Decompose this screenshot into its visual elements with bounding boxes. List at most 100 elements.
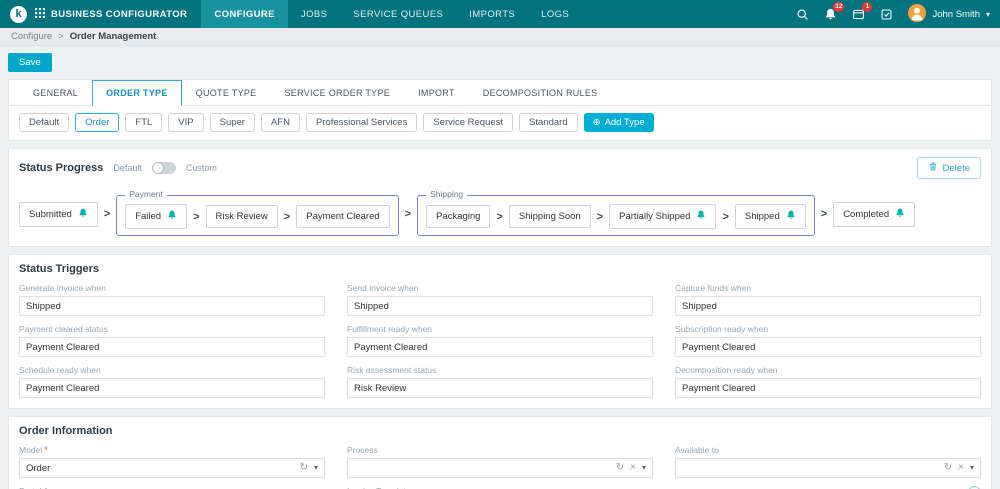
clear-icon[interactable]: × [958, 463, 964, 473]
flow-chevron-icon: > [103, 208, 111, 220]
send-invoice-input[interactable] [354, 300, 646, 312]
breadcrumb-current: Order Management [69, 31, 157, 42]
search-icon[interactable] [796, 8, 809, 21]
payment-cleared-status-input[interactable] [26, 341, 318, 353]
status-chip-completed[interactable]: Completed [833, 201, 916, 227]
tab-quote-type[interactable]: QUOTE TYPE [182, 80, 271, 106]
app-logo[interactable]: k [10, 5, 27, 23]
breadcrumb-parent[interactable]: Configure [11, 31, 52, 42]
brand[interactable]: BUSINESS CONFIGURATOR [35, 0, 201, 28]
order-config-panel: GENERAL ORDER TYPE QUOTE TYPE SERVICE OR… [8, 79, 992, 141]
type-chip-standard[interactable]: Standard [519, 113, 578, 132]
chevron-down-icon[interactable]: ▾ [314, 464, 318, 472]
available-to-input[interactable] [682, 462, 938, 474]
add-type-button[interactable]: ⊕ Add Type [583, 113, 654, 132]
order-type-chips: Default Order FTL VIP Super AFN Professi… [9, 106, 991, 140]
tab-order-type[interactable]: ORDER TYPE [92, 80, 182, 106]
model-input[interactable] [26, 462, 294, 474]
fulfillment-ready-input[interactable] [354, 341, 646, 353]
message-badge: 1 [862, 1, 873, 12]
order-information-title: Order Information [19, 425, 113, 437]
delete-button[interactable]: Delete [916, 157, 981, 179]
user-menu[interactable]: John Smith ▾ [908, 3, 990, 25]
tab-service-order-type[interactable]: SERVICE ORDER TYPE [271, 80, 405, 106]
shipping-status-group: Shipping Packaging > Shipping Soon > Par… [417, 189, 815, 236]
status-chip-submitted[interactable]: Submitted [19, 201, 98, 227]
model-combobox[interactable]: ↻ ▾ [19, 458, 325, 478]
available-to-combobox[interactable]: ↻ × ▾ [675, 458, 981, 478]
status-chip-payment-cleared[interactable]: Payment Cleared [296, 205, 390, 228]
trash-icon [928, 161, 938, 175]
apps-grid-icon [35, 7, 45, 21]
process-combobox[interactable]: ↻ × ▾ [347, 458, 653, 478]
field-process: Process ↻ × ▾ [347, 445, 653, 478]
tab-import[interactable]: IMPORT [404, 80, 469, 106]
type-chip-professional-services[interactable]: Professional Services [305, 113, 418, 132]
chevron-down-icon[interactable]: ▾ [970, 464, 974, 472]
type-chip-super[interactable]: Super [209, 113, 255, 132]
nav-item-configure[interactable]: CONFIGURE [201, 0, 288, 28]
trigger-field-decomposition-ready: Decomposition ready when [675, 365, 981, 398]
breadcrumb-separator-icon: > [58, 31, 64, 42]
type-chip-default[interactable]: Default [19, 113, 70, 132]
refresh-icon[interactable]: ↻ [944, 463, 952, 473]
brand-label: BUSINESS CONFIGURATOR [51, 8, 188, 20]
status-chip-packaging[interactable]: Packaging [426, 205, 491, 228]
save-button[interactable]: Save [8, 53, 52, 72]
status-progress-card: Status Progress Default Custom Delete Su… [8, 148, 992, 247]
flow-chevron-icon: > [193, 210, 200, 223]
status-chip-shipped[interactable]: Shipped [734, 204, 806, 229]
notifications-bell-icon[interactable]: 12 [824, 1, 845, 21]
chevron-down-icon: ▾ [985, 9, 990, 19]
avatar [908, 3, 927, 25]
trigger-field-risk-assessment: Risk assessment status [347, 365, 653, 398]
trigger-field-generate-invoice: Generate invoice when [19, 283, 325, 316]
decomposition-ready-input[interactable] [682, 382, 974, 394]
type-chip-ftl[interactable]: FTL [125, 113, 163, 132]
tab-general[interactable]: GENERAL [19, 80, 92, 106]
chevron-down-icon[interactable]: ▾ [642, 464, 646, 472]
payment-group-label: Payment [125, 189, 167, 199]
toggle-default-label: Default [113, 163, 142, 173]
nav-item-imports[interactable]: IMPORTS [456, 0, 528, 28]
nav-item-logs[interactable]: LOGS [528, 0, 582, 28]
type-chip-service-request[interactable]: Service Request [423, 113, 514, 132]
trigger-field-schedule-ready: Schedule ready when [19, 365, 325, 398]
capture-funds-input[interactable] [682, 300, 974, 312]
refresh-icon[interactable]: ↻ [300, 463, 308, 473]
refresh-icon[interactable]: ↻ [616, 463, 624, 473]
status-chip-failed[interactable]: Failed [125, 204, 188, 229]
tab-decomposition-rules[interactable]: DECOMPOSITION RULES [469, 80, 612, 106]
trigger-field-payment-cleared-status: Payment cleared status [19, 324, 325, 357]
breadcrumb: Configure > Order Management [0, 28, 1000, 46]
clear-icon[interactable]: × [630, 463, 636, 473]
field-available-to: Available to ↻ × ▾ [675, 445, 981, 478]
type-chip-order[interactable]: Order [75, 113, 120, 132]
trigger-field-fulfillment-ready: Fulfillment ready when [347, 324, 653, 357]
flow-chevron-icon: > [404, 208, 412, 220]
status-chip-risk-review[interactable]: Risk Review [205, 205, 278, 228]
default-custom-toggle[interactable] [151, 162, 176, 174]
subscription-ready-input[interactable] [682, 341, 974, 353]
trigger-field-capture-funds: Capture funds when [675, 283, 981, 316]
bell-icon [167, 210, 177, 223]
tab-bar: GENERAL ORDER TYPE QUOTE TYPE SERVICE OR… [9, 80, 991, 106]
type-chip-vip[interactable]: VIP [168, 113, 204, 132]
flow-chevron-icon: > [496, 210, 503, 223]
status-triggers-title: Status Triggers [19, 263, 100, 275]
status-chip-shipping-soon[interactable]: Shipping Soon [508, 205, 591, 228]
messages-icon[interactable]: 1 [852, 1, 873, 21]
nav-item-service-queues[interactable]: SERVICE QUEUES [340, 0, 456, 28]
bell-icon [895, 208, 905, 221]
generate-invoice-input[interactable] [26, 300, 318, 312]
status-triggers-card: Status Triggers Generate invoice when Se… [8, 254, 992, 409]
process-input[interactable] [354, 462, 610, 474]
type-chip-afn[interactable]: AFN [260, 113, 300, 132]
schedule-ready-input[interactable] [26, 382, 318, 394]
status-chip-partially-shipped[interactable]: Partially Shipped [609, 204, 717, 229]
top-bar: k BUSINESS CONFIGURATOR CONFIGURE JOBS S… [0, 0, 1000, 28]
payment-status-group: Payment Failed > Risk Review > Payment C… [116, 189, 399, 236]
nav-item-jobs[interactable]: JOBS [288, 0, 340, 28]
risk-assessment-input[interactable] [354, 382, 646, 394]
tasks-check-icon[interactable] [880, 8, 893, 21]
